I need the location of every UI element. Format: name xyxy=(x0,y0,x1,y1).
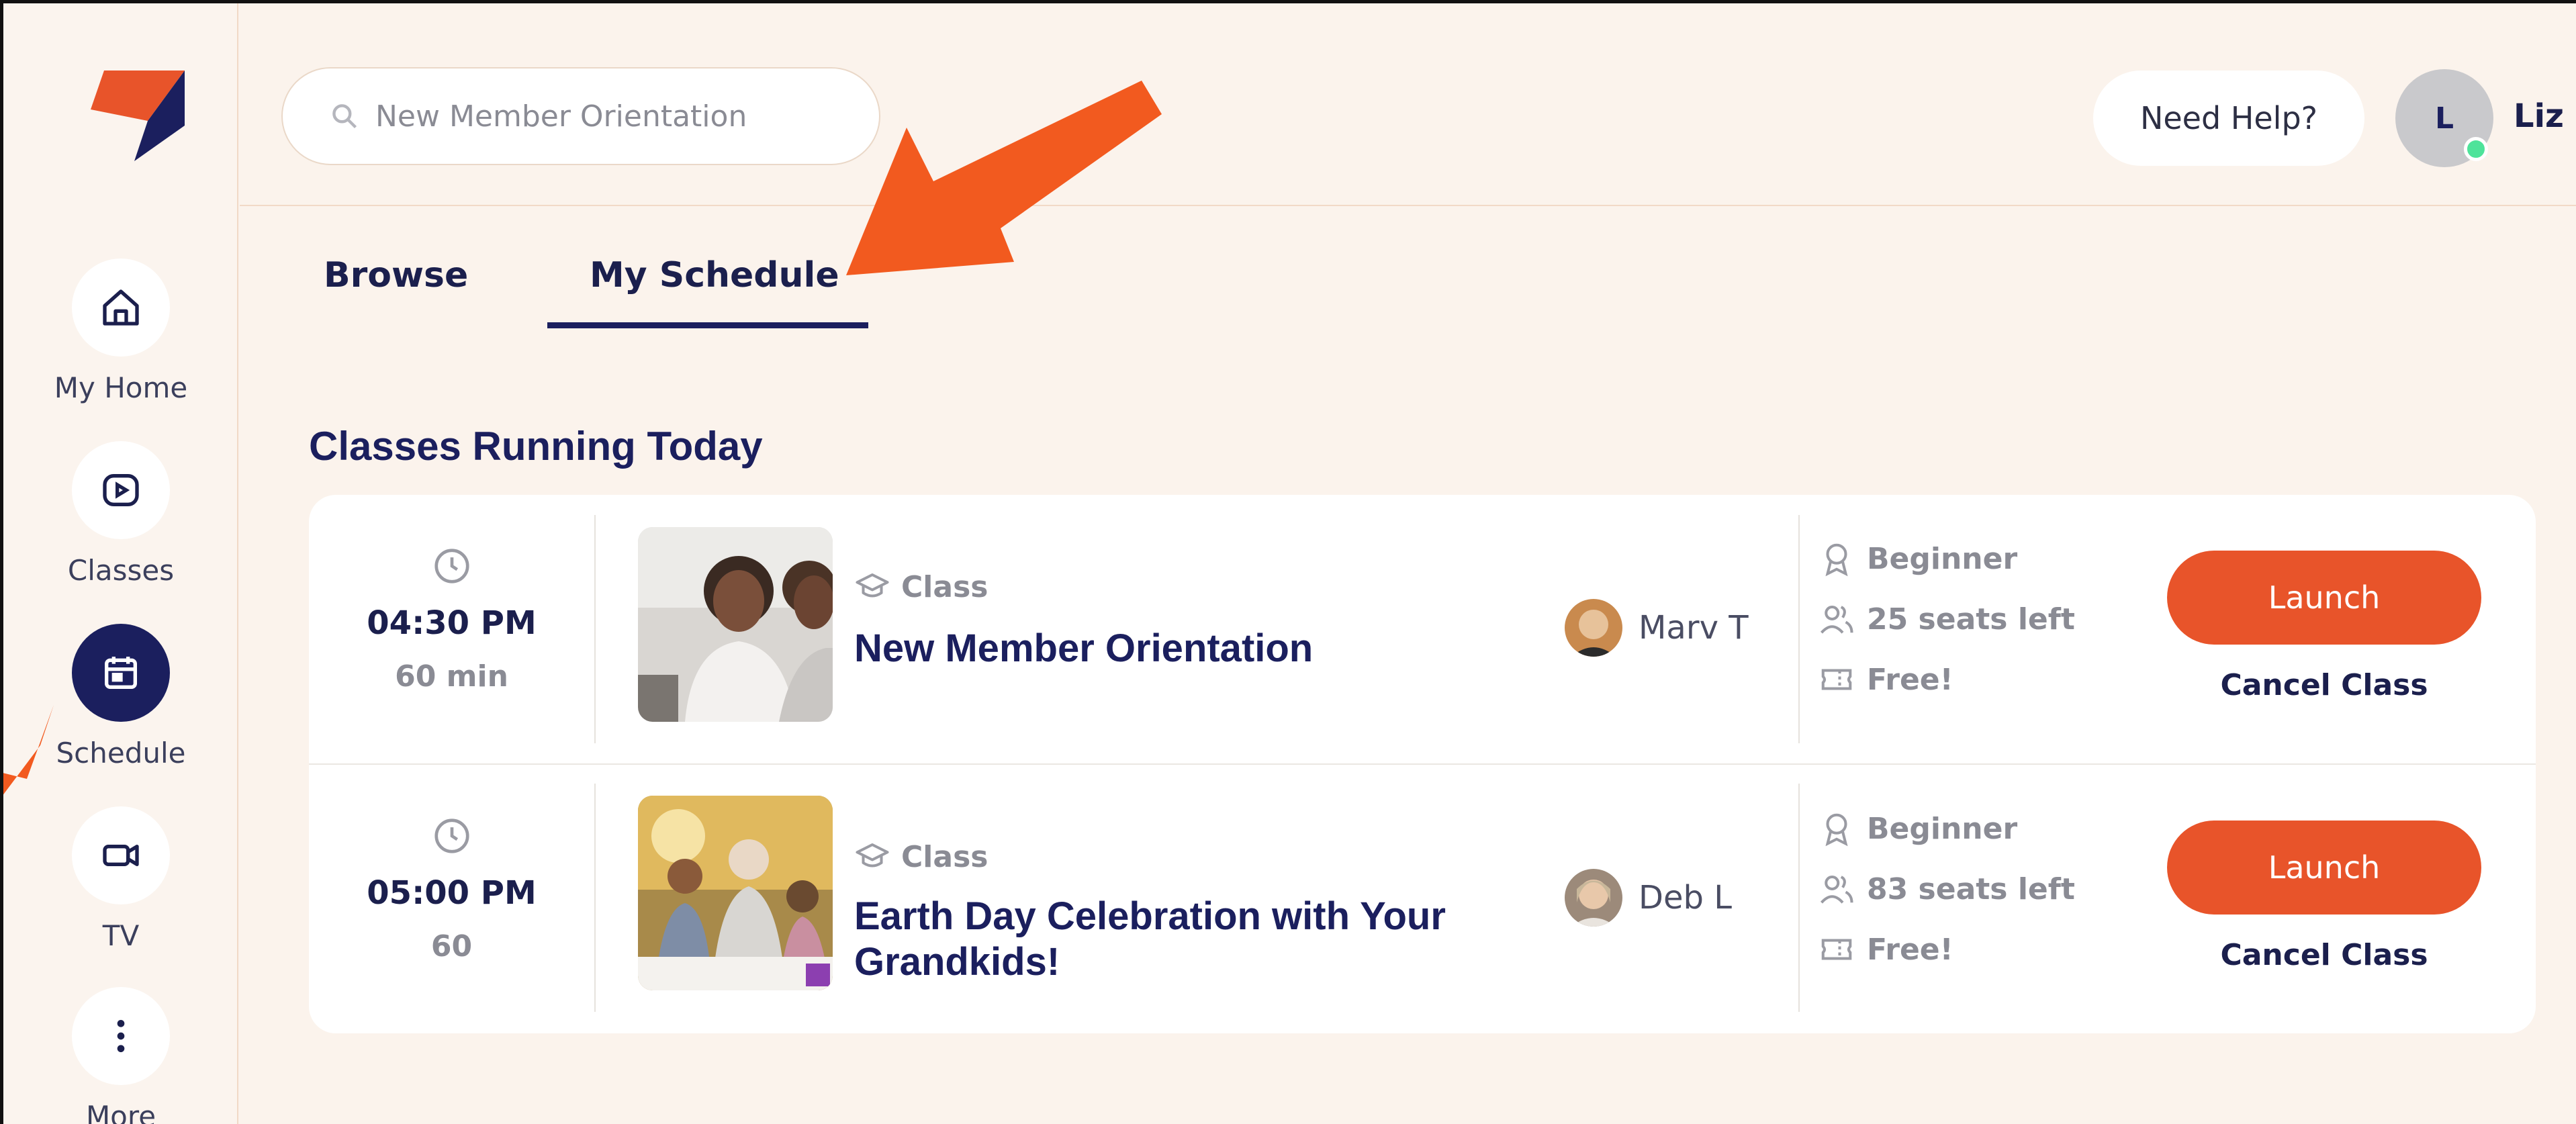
class-type: Class xyxy=(854,839,988,875)
sidebar-item-my-home[interactable]: My Home xyxy=(3,259,238,404)
clock-icon xyxy=(434,818,469,853)
ticket-icon xyxy=(1821,939,1852,960)
section-title: Classes Running Today xyxy=(309,424,763,469)
brand-logo[interactable] xyxy=(91,71,185,161)
class-row: 04:30 PM 60 min Class New Member Orienta… xyxy=(309,495,2536,764)
class-time: 04:30 PM 60 min xyxy=(309,545,594,694)
instructor[interactable]: Marv T xyxy=(1565,599,1749,657)
instructor-avatar xyxy=(1565,599,1622,657)
graduation-cap-icon xyxy=(856,843,889,868)
cancel-class-link[interactable]: Cancel Class xyxy=(2167,938,2481,972)
annotation-arrow xyxy=(0,705,54,799)
duration: 60 xyxy=(430,929,473,964)
seats-left: 83 seats left xyxy=(1867,872,2075,906)
clock-icon xyxy=(434,549,469,583)
class-time: 05:00 PM 60 xyxy=(309,815,594,964)
calendar-icon xyxy=(72,624,170,722)
price: Free! xyxy=(1867,932,1953,967)
sidebar-item-label: More xyxy=(85,1100,156,1124)
home-icon xyxy=(72,259,170,357)
sidebar-item-more[interactable]: More xyxy=(3,987,238,1124)
class-title[interactable]: Earth Day Celebration with Your Grandkid… xyxy=(854,894,1526,985)
ticket-icon xyxy=(1821,669,1852,690)
divider xyxy=(1798,515,1800,743)
tab-browse[interactable]: Browse xyxy=(324,255,468,295)
divider xyxy=(594,784,596,1012)
class-title[interactable]: New Member Orientation xyxy=(854,626,1526,671)
search-value: New Member Orientation xyxy=(375,99,747,134)
award-icon xyxy=(1825,813,1848,847)
class-meta: Beginner 83 seats left Free! xyxy=(1819,798,2075,980)
graduation-cap-icon xyxy=(856,573,889,598)
class-type-label: Class xyxy=(901,569,988,604)
class-meta: Beginner 25 seats left Free! xyxy=(1819,528,2075,710)
level: Beginner xyxy=(1867,811,2018,846)
tab-my-schedule[interactable]: My Schedule xyxy=(590,255,839,295)
start-time: 04:30 PM xyxy=(367,604,537,642)
play-icon xyxy=(72,441,170,539)
class-thumbnail[interactable] xyxy=(638,527,833,722)
search-icon xyxy=(332,104,357,129)
users-icon xyxy=(1820,875,1853,904)
launch-button[interactable]: Launch xyxy=(2167,551,2481,645)
sidebar: My Home Classes Schedule TV More xyxy=(3,3,238,1124)
users-icon xyxy=(1820,605,1853,634)
seats-left: 25 seats left xyxy=(1867,602,2075,637)
launch-button[interactable]: Launch xyxy=(2167,821,2481,915)
top-header: New Member Orientation Need Help? L Liz xyxy=(240,3,2576,206)
sidebar-item-label: TV xyxy=(102,919,140,952)
sidebar-item-label: My Home xyxy=(54,371,188,404)
classes-card: 04:30 PM 60 min Class New Member Orienta… xyxy=(309,495,2536,1033)
divider xyxy=(594,515,596,743)
class-type-label: Class xyxy=(901,839,988,874)
user-name[interactable]: Liz xyxy=(2514,97,2564,135)
price: Free! xyxy=(1867,662,1953,697)
divider xyxy=(1798,784,1800,1012)
instructor-name: Deb L xyxy=(1639,879,1732,917)
instructor[interactable]: Deb L xyxy=(1565,869,1732,927)
online-status-dot xyxy=(2464,137,2488,161)
search-input[interactable]: New Member Orientation xyxy=(281,67,880,165)
sidebar-item-label: Classes xyxy=(67,554,175,587)
award-icon xyxy=(1825,543,1848,577)
cancel-class-link[interactable]: Cancel Class xyxy=(2167,668,2481,702)
sidebar-item-classes[interactable]: Classes xyxy=(3,441,238,587)
level: Beginner xyxy=(1867,541,2018,576)
more-vertical-icon xyxy=(72,987,170,1085)
start-time: 05:00 PM xyxy=(367,874,537,912)
class-thumbnail[interactable] xyxy=(638,796,833,990)
class-type: Class xyxy=(854,569,988,605)
active-tab-indicator xyxy=(547,322,868,328)
instructor-avatar xyxy=(1565,869,1622,927)
instructor-name: Marv T xyxy=(1639,609,1749,647)
annotation-arrow xyxy=(846,81,1162,275)
class-row: 05:00 PM 60 Class Earth Day Celebration … xyxy=(309,765,2536,1034)
need-help-button[interactable]: Need Help? xyxy=(2093,71,2364,166)
video-icon xyxy=(72,806,170,904)
sidebar-item-tv[interactable]: TV xyxy=(3,806,238,952)
duration: 60 min xyxy=(395,659,508,694)
